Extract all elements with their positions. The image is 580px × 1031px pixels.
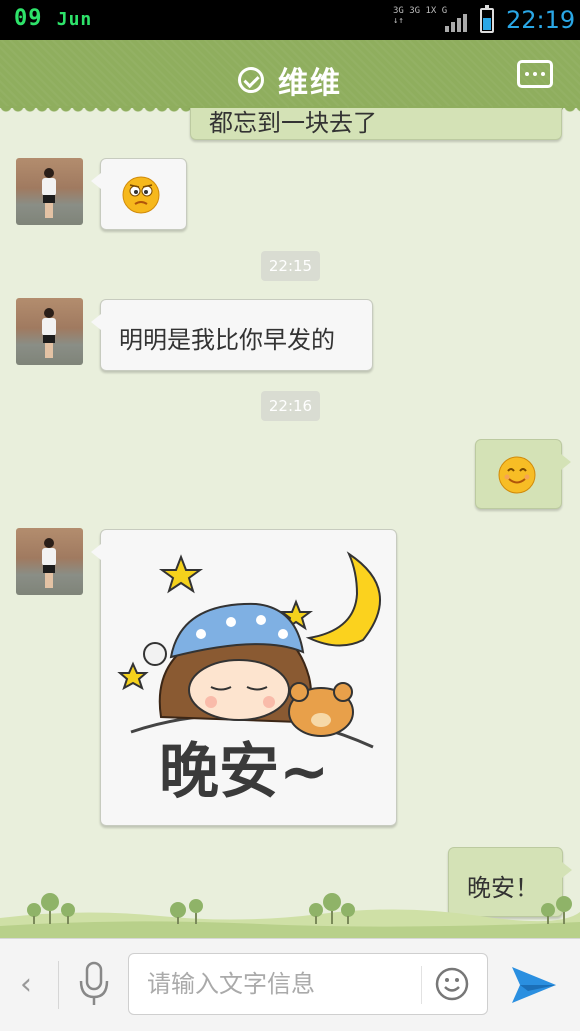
signal-icon [445,14,467,32]
input-separator [421,966,422,1004]
status-date-day: 09 [14,6,43,31]
divider [58,961,59,1009]
message-bubble-outgoing[interactable]: 都忘到一块去了 [190,108,571,140]
chevron-left-icon[interactable]: ‹ [20,967,32,1002]
status-bar: 09 Jun 3G 3G 1X G ↓↑ 22:19 [0,0,580,40]
battery-icon [480,5,494,33]
confused-face-icon [122,176,160,214]
chat-messages[interactable]: 都忘到一块去了 22:15 明明是我比你早发的 22:16 晚安~ 晚安！ [0,108,580,938]
message-input-box[interactable] [128,953,488,1015]
message-bubble-outgoing[interactable] [475,439,571,509]
message-input[interactable] [147,966,417,1002]
chat-header: 维维 [0,40,580,114]
smiling-face-icon [498,456,536,494]
message-text: 都忘到一块去了 [209,109,377,137]
more-icon-dot [533,72,537,76]
message-bubble-incoming[interactable]: 晚安~ [91,529,397,826]
check-circle-icon [238,67,264,93]
avatar-person [42,308,56,358]
more-options-button[interactable] [517,60,553,88]
message-bubble-incoming[interactable]: 明明是我比你早发的 [91,299,373,371]
network-indicator: 3G 3G 1X G ↓↑ [393,6,447,26]
timestamp: 22:15 [261,251,320,281]
avatar[interactable] [16,158,83,225]
send-icon[interactable] [510,963,558,1007]
battery-level [483,18,491,30]
chat-title-group[interactable]: 维维 [238,58,342,102]
microphone-icon[interactable] [78,961,110,1007]
good-night-girl-sticker: 晚安~ [117,551,381,807]
more-icon-dot [525,72,529,76]
status-clock: 22:19 [506,6,576,34]
sticker-caption: 晚安~ [159,737,329,807]
message-text: 明明是我比你早发的 [119,326,335,354]
status-date-month: Jun [56,9,93,30]
input-bar: ‹ [0,938,580,1031]
avatar[interactable] [16,298,83,365]
avatar[interactable] [16,528,83,595]
grass-decoration [0,893,580,938]
message-bubble-incoming[interactable] [91,158,187,230]
status-date: 09 Jun [14,6,92,31]
more-icon-dot [541,72,545,76]
chat-title: 维维 [278,66,342,101]
network-activity: ↓↑ [393,16,404,26]
smiley-icon[interactable] [435,967,469,1001]
timestamp: 22:16 [261,391,320,421]
avatar-person [42,538,56,588]
avatar-person [42,168,56,218]
network-types: 3G 3G 1X G [393,6,448,16]
